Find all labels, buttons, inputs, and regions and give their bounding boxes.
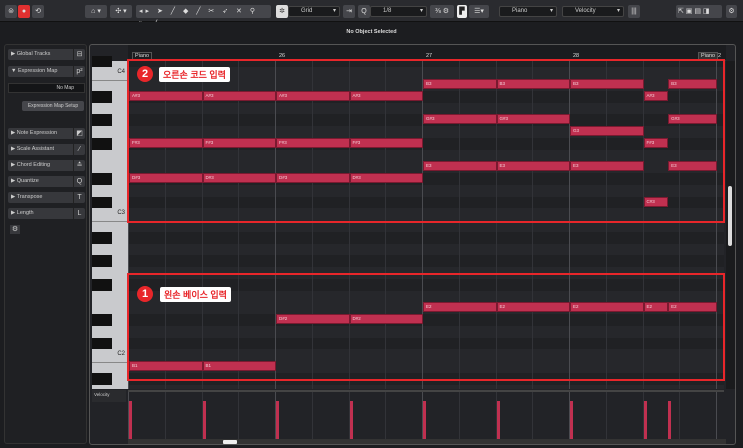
black-key[interactable]	[92, 278, 112, 291]
black-key[interactable]	[92, 231, 112, 244]
velocity-bar[interactable]	[129, 401, 132, 439]
quantize-select[interactable]: 1/8	[370, 6, 427, 17]
annotation-box-right-hand	[127, 59, 725, 223]
section-expression[interactable]: ▼ Expression Map p²	[8, 66, 85, 77]
tool-buttons[interactable]: ◂▸ ➤ ╱ ◆ ╱ ✂ ➶ ✕ ⚲ ⊫ ╱	[136, 5, 271, 28]
layout-icon: ⊟	[73, 49, 85, 60]
black-key-row	[128, 255, 724, 267]
beat-line	[716, 392, 717, 439]
note-expression-icon: ◩	[73, 128, 85, 139]
octave-line	[92, 361, 128, 363]
h-scroll-thumb[interactable]	[223, 440, 237, 444]
lane-select[interactable]: Velocity	[562, 6, 624, 17]
black-key[interactable]	[92, 314, 112, 326]
velocity-bar[interactable]	[668, 401, 672, 439]
annotation-label-2: 오른손 코드 입력	[159, 67, 230, 82]
length-icon: L	[73, 208, 85, 219]
beat-line	[238, 392, 240, 439]
color-button[interactable]: ☰▾	[469, 5, 489, 18]
section-transpose[interactable]: ▶ Transpose T	[8, 192, 85, 203]
velocity-bar[interactable]	[202, 401, 206, 439]
expression-map-setup-button[interactable]: Expression Map Setup	[22, 101, 84, 111]
keyboard-button[interactable]: |||	[628, 5, 640, 18]
vertical-scrollbar[interactable]	[726, 61, 735, 389]
scroll-thumb[interactable]	[728, 186, 732, 246]
snap-live-button[interactable]: ⇥	[343, 5, 355, 18]
beat-line	[458, 392, 460, 439]
record-button[interactable]: ●	[18, 5, 30, 18]
velocity-bar[interactable]	[276, 401, 279, 439]
velocity-lane-label: Velocity	[92, 390, 126, 402]
annotation-badge-1: 1	[137, 286, 153, 302]
annotation-badge-2: 2	[137, 66, 153, 82]
beat-line	[311, 392, 313, 439]
section-chord[interactable]: ▶ Chord Editing ≛	[8, 160, 85, 171]
transpose-icon: T	[73, 192, 85, 203]
octave-line	[92, 220, 128, 222]
solo-button[interactable]: ⊜	[5, 5, 17, 18]
quantize-icon[interactable]: Q	[358, 5, 370, 18]
inspector: ▶ Global Tracks ⊟ ▼ Expression Map p² ▶ Note…	[4, 44, 87, 444]
black-key[interactable]	[92, 55, 112, 68]
grid-button[interactable]: ▛	[457, 5, 467, 18]
snap-type-select[interactable]: Grid	[288, 6, 340, 17]
chord-icon: ≛	[73, 160, 85, 171]
beat-line	[532, 392, 534, 439]
section-scale[interactable]: ▶ Scale Assistant ⁄	[8, 144, 85, 155]
black-key[interactable]	[92, 137, 112, 150]
key-label-c4: C4	[117, 69, 125, 76]
section-length[interactable]: ▶ Length L	[8, 208, 85, 219]
key-label-c3: C3	[117, 210, 125, 217]
annotation-label-1: 왼손 베이스 입력	[160, 287, 231, 302]
black-key[interactable]	[92, 255, 112, 267]
instrument-select[interactable]: Piano	[499, 6, 557, 17]
velocity-bar[interactable]	[349, 401, 353, 439]
beat-line	[385, 392, 387, 439]
velocity-bar[interactable]	[423, 401, 426, 439]
toolbar: ⊜ ● ⟲ ⌂ ▾ ✣ ▾ ◂▸ ➤ ╱ ◆ ╱ ✂ ➶ ✕ ⚲ ⊫ ╱ ✲ G…	[0, 0, 743, 28]
octave-line	[92, 79, 128, 81]
section-note-expression[interactable]: ▶ Note Expression ◩	[8, 128, 85, 139]
velocity-lane[interactable]	[128, 390, 724, 439]
key-label-c2: C2	[117, 351, 125, 358]
info-line: No Object Selected	[0, 22, 743, 42]
black-key[interactable]	[92, 372, 112, 385]
quantize-preset-button[interactable]: ⅜ ⚙	[430, 5, 454, 18]
monitor-button[interactable]: ⟲	[32, 5, 44, 18]
horizontal-scrollbar[interactable]	[128, 439, 726, 444]
beat-line	[605, 392, 607, 439]
section-layout[interactable]: ▶ Global Tracks ⊟	[8, 49, 85, 60]
black-key[interactable]	[92, 90, 112, 103]
window-layout-buttons[interactable]: ⇱ ▣ ▤ ◨	[676, 5, 722, 18]
autoscroll-button[interactable]: ✣ ▾	[110, 5, 132, 18]
expand-arrow-icon: ▼	[11, 68, 18, 74]
black-key[interactable]	[92, 337, 112, 350]
scale-icon: ⁄	[73, 144, 85, 155]
keyboard[interactable]: C4 C3 C2	[92, 55, 128, 389]
part-button[interactable]: ⌂ ▾	[85, 5, 107, 18]
black-key-row	[128, 231, 724, 244]
black-key[interactable]	[92, 173, 112, 185]
velocity-bar[interactable]	[570, 401, 573, 439]
black-key[interactable]	[92, 196, 112, 209]
quantize-icon: Q	[73, 176, 85, 187]
expression-icon: p²	[73, 66, 85, 77]
beat-line	[164, 392, 166, 439]
snap-toggle[interactable]: ✲	[276, 5, 288, 18]
settings-gear-icon[interactable]: ⚙	[10, 225, 20, 234]
section-quantize[interactable]: ▶ Quantize Q	[8, 176, 85, 187]
black-key[interactable]	[92, 114, 112, 126]
expression-map-select[interactable]: No Map	[8, 83, 85, 93]
velocity-bar[interactable]	[496, 401, 500, 439]
velocity-bar[interactable]	[643, 401, 647, 439]
settings-gear-icon[interactable]: ⚙	[726, 5, 737, 18]
beat-line	[679, 392, 681, 439]
